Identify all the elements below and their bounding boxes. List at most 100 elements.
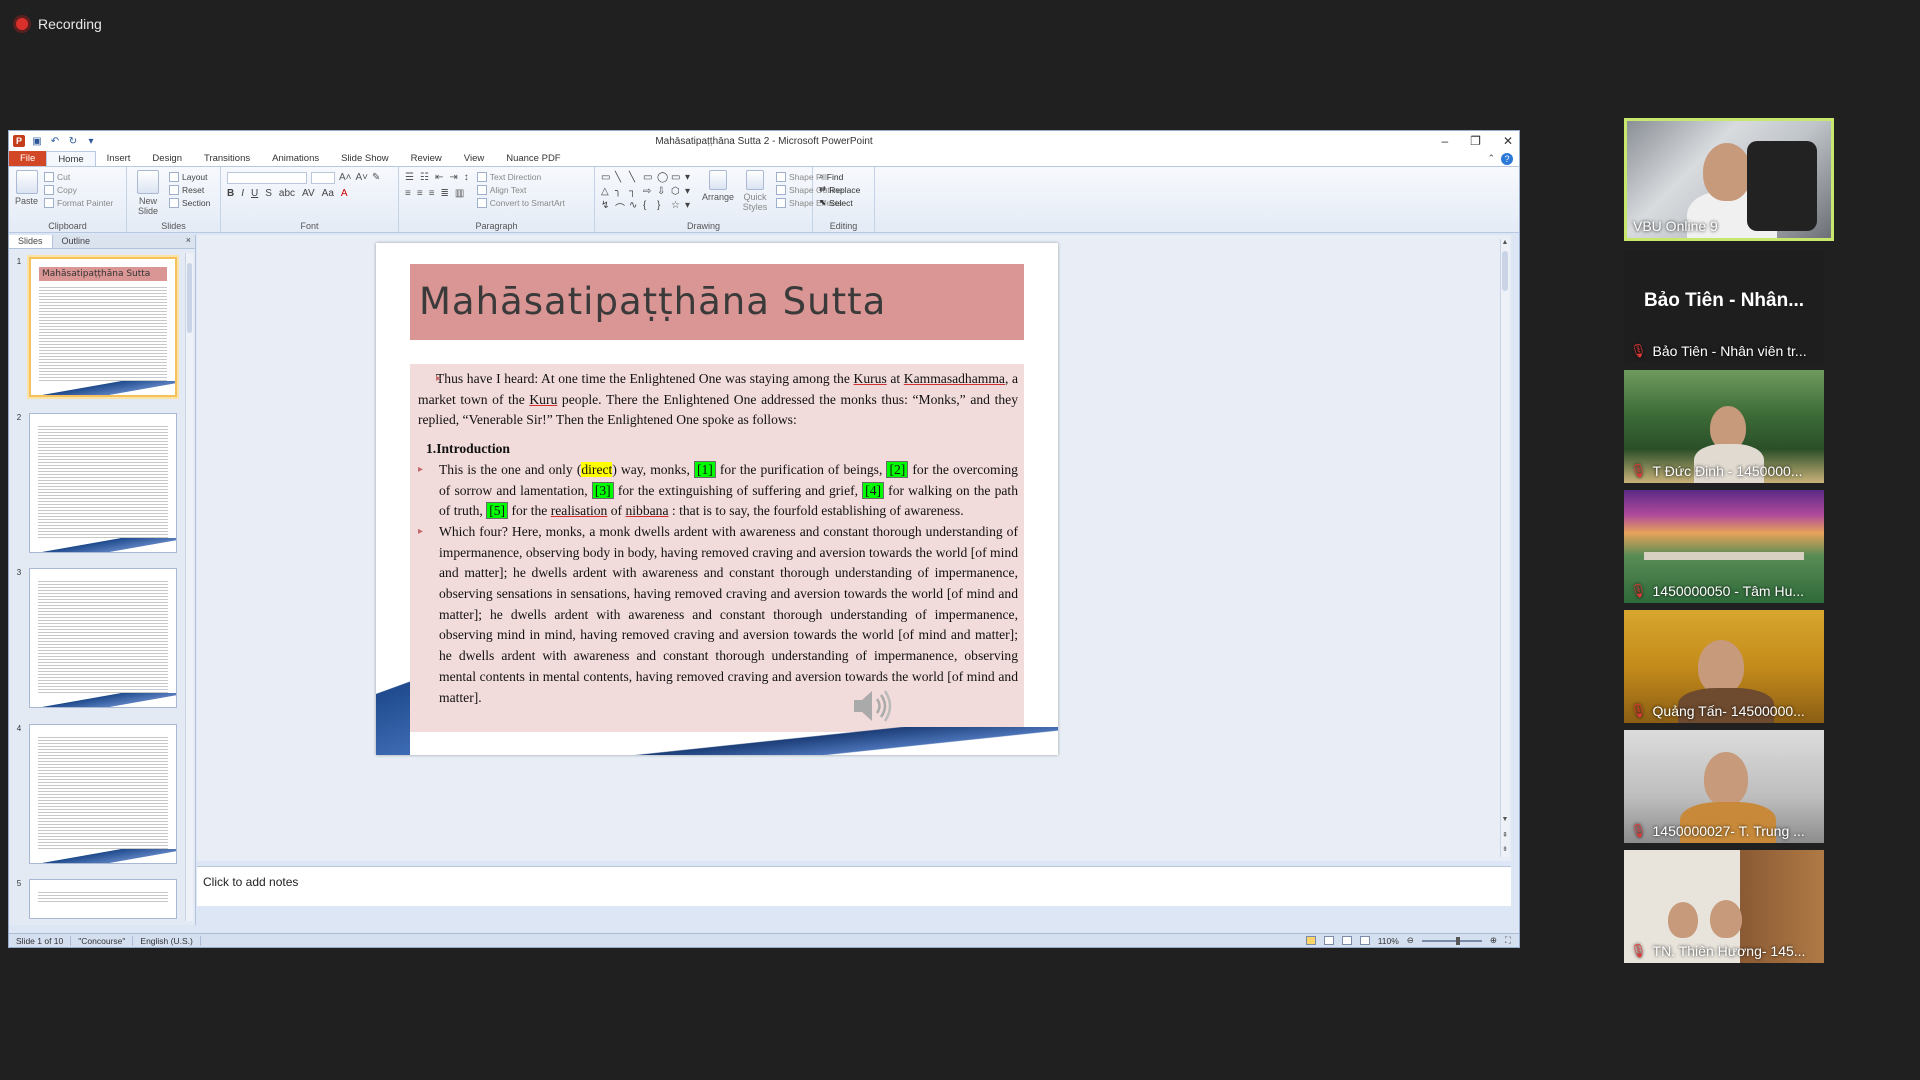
slide-thumbnail-5[interactable]: 5	[13, 879, 183, 919]
minimize-icon[interactable]: –	[1441, 134, 1448, 148]
previous-slide-icon[interactable]: ⇞	[1501, 831, 1509, 839]
new-slide-button[interactable]: New Slide	[133, 170, 163, 216]
shrink-font-icon[interactable]: A˅	[356, 172, 369, 184]
participant-tile[interactable]: 🎙 TN. Thiên Hương- 145...	[1624, 850, 1824, 963]
participant-tile[interactable]: 🎙 T Đức Định - 1450000...	[1624, 370, 1824, 483]
powerpoint-logo-icon[interactable]: P	[13, 135, 25, 147]
strikethrough-button[interactable]: S	[265, 188, 272, 199]
replace-button[interactable]: ⇄ Replace	[819, 183, 868, 196]
cut-button[interactable]: Cut	[44, 170, 113, 183]
quick-styles-button[interactable]: Quick Styles	[740, 170, 770, 215]
participant-tile[interactable]: 🎙 Quảng Tấn- 14500000...	[1624, 610, 1824, 723]
slide-title-box[interactable]: Mahāsatipaṭṭhāna Sutta	[410, 264, 1024, 340]
zoom-level[interactable]: 110%	[1378, 936, 1399, 946]
slides-panel-scrollbar[interactable]	[185, 253, 193, 921]
slide-thumbnail-3[interactable]: 3	[13, 568, 183, 708]
text-shadow-button[interactable]: abc	[279, 188, 295, 199]
select-button[interactable]: ⬉ Select	[819, 196, 868, 209]
change-case-button[interactable]: Aa	[322, 188, 334, 199]
bold-button[interactable]: B	[227, 188, 234, 199]
bullets-icon[interactable]: ☰	[405, 172, 414, 183]
fit-to-window-icon[interactable]: ⛶	[1505, 935, 1511, 946]
align-center-icon[interactable]: ≡	[417, 188, 423, 199]
increase-indent-icon[interactable]: ⇥	[449, 172, 457, 183]
decrease-indent-icon[interactable]: ⇤	[435, 172, 443, 183]
minimize-ribbon-icon[interactable]: ⌃	[1487, 153, 1495, 164]
slide-thumbnail-4[interactable]: 4	[13, 724, 183, 864]
tab-slide-show[interactable]: Slide Show	[330, 151, 400, 166]
shapes-gallery[interactable]: ▭ ╲ ╲ ▭ ◯ ▭ ▾ △ ╮ ┐ ⇨ ⇩ ⬡ ▾ ↯ ⌒ ∿{} ☆ ▾	[601, 172, 696, 215]
font-name-combo[interactable]	[227, 172, 307, 184]
underline-button[interactable]: U	[251, 188, 258, 199]
clear-format-icon[interactable]: ✎	[372, 172, 380, 184]
char-spacing-button[interactable]: AV	[302, 188, 315, 199]
restore-icon[interactable]: ❐	[1470, 134, 1481, 148]
tab-view[interactable]: View	[453, 151, 495, 166]
tab-nuance-pdf[interactable]: Nuance PDF	[495, 151, 571, 166]
close-panel-icon[interactable]: ×	[186, 235, 195, 248]
language-indicator[interactable]: English (U.S.)	[133, 935, 201, 946]
columns-icon[interactable]: ▥	[455, 188, 464, 199]
slide-thumbnail-1[interactable]: 1 Mahāsatipaṭṭhāna Sutta	[13, 257, 183, 397]
zoom-in-icon[interactable]: ⊕	[1490, 935, 1497, 946]
italic-button[interactable]: I	[241, 188, 244, 199]
speaker-icon[interactable]	[850, 686, 894, 726]
footnote-ref-1[interactable]: [1]	[693, 460, 716, 478]
undo-icon[interactable]: ↶	[49, 135, 61, 147]
tab-outline[interactable]: Outline	[53, 235, 100, 248]
section-button[interactable]: Section	[169, 196, 210, 209]
align-left-icon[interactable]: ≡	[405, 188, 411, 199]
next-slide-icon[interactable]: ⇟	[1501, 845, 1509, 853]
notes-pane[interactable]: Click to add notes	[197, 866, 1511, 906]
footnote-ref-4[interactable]: [4]	[862, 481, 885, 499]
justify-icon[interactable]: ≣	[441, 188, 449, 199]
help-icon[interactable]: ?	[1501, 152, 1513, 165]
slide-canvas[interactable]: Mahāsatipaṭṭhāna Sutta Thus have I heard…	[376, 243, 1058, 755]
footnote-ref-5[interactable]: [5]	[486, 502, 509, 520]
participant-tile[interactable]: 🎙 1450000050 - Tâm Hu...	[1624, 490, 1824, 603]
participant-tile[interactable]: VBU Online 9	[1624, 118, 1834, 241]
tab-file[interactable]: File	[9, 151, 47, 166]
slide-sorter-icon[interactable]	[1323, 936, 1334, 945]
convert-smartart-button[interactable]: Convert to SmartArt	[476, 196, 565, 209]
zoom-slider[interactable]	[1421, 936, 1482, 945]
reset-button[interactable]: Reset	[169, 183, 210, 196]
participant-tile[interactable]: 🎙 1450000027- T. Trung ...	[1624, 730, 1824, 843]
scroll-up-icon[interactable]: ▲	[1501, 239, 1509, 246]
tab-home[interactable]: Home	[46, 151, 96, 166]
arrange-button[interactable]: Arrange	[702, 170, 734, 215]
footnote-ref-3[interactable]: [3]	[591, 481, 614, 499]
tab-animations[interactable]: Animations	[261, 151, 330, 166]
tab-transitions[interactable]: Transitions	[193, 151, 261, 166]
find-button[interactable]: ⌕ Find	[819, 170, 868, 183]
align-right-icon[interactable]: ≡	[429, 188, 435, 199]
customize-qat-icon[interactable]: ▾	[85, 135, 97, 147]
font-size-combo[interactable]	[311, 172, 335, 184]
line-spacing-icon[interactable]: ↕	[464, 172, 469, 183]
tab-review[interactable]: Review	[400, 151, 453, 166]
text-direction-button[interactable]: Text Direction	[476, 170, 565, 183]
save-icon[interactable]: ▣	[31, 135, 43, 147]
font-color-button[interactable]: A	[341, 188, 348, 199]
layout-button[interactable]: Layout	[169, 170, 210, 183]
zoom-out-icon[interactable]: ⊖	[1407, 935, 1414, 946]
editor-scrollbar[interactable]: ▲ ▼ ⇞ ⇟	[1500, 239, 1509, 857]
paste-button[interactable]: Paste	[15, 170, 38, 209]
normal-view-icon[interactable]	[1305, 936, 1316, 945]
close-icon[interactable]: ✕	[1503, 134, 1513, 148]
slideshow-view-icon[interactable]	[1359, 936, 1370, 945]
tab-insert[interactable]: Insert	[96, 151, 142, 166]
tab-design[interactable]: Design	[141, 151, 193, 166]
tab-slides[interactable]: Slides	[9, 235, 53, 248]
scroll-down-icon[interactable]: ▼	[1501, 816, 1509, 823]
redo-icon[interactable]: ↻	[67, 135, 79, 147]
reading-view-icon[interactable]	[1341, 936, 1352, 945]
slide-body-box[interactable]: Thus have I heard: At one time the Enlig…	[410, 364, 1024, 732]
slide-thumbnail-2[interactable]: 2	[13, 413, 183, 553]
numbering-icon[interactable]: ☷	[420, 172, 429, 183]
format-painter-button[interactable]: Format Painter	[44, 196, 113, 209]
participant-tile[interactable]: Bảo Tiên - Nhân... 🎙 Bảo Tiên - Nhân viên…	[1624, 250, 1824, 363]
align-text-button[interactable]: Align Text	[476, 183, 565, 196]
grow-font-icon[interactable]: A˄	[339, 172, 352, 184]
copy-button[interactable]: Copy	[44, 183, 113, 196]
